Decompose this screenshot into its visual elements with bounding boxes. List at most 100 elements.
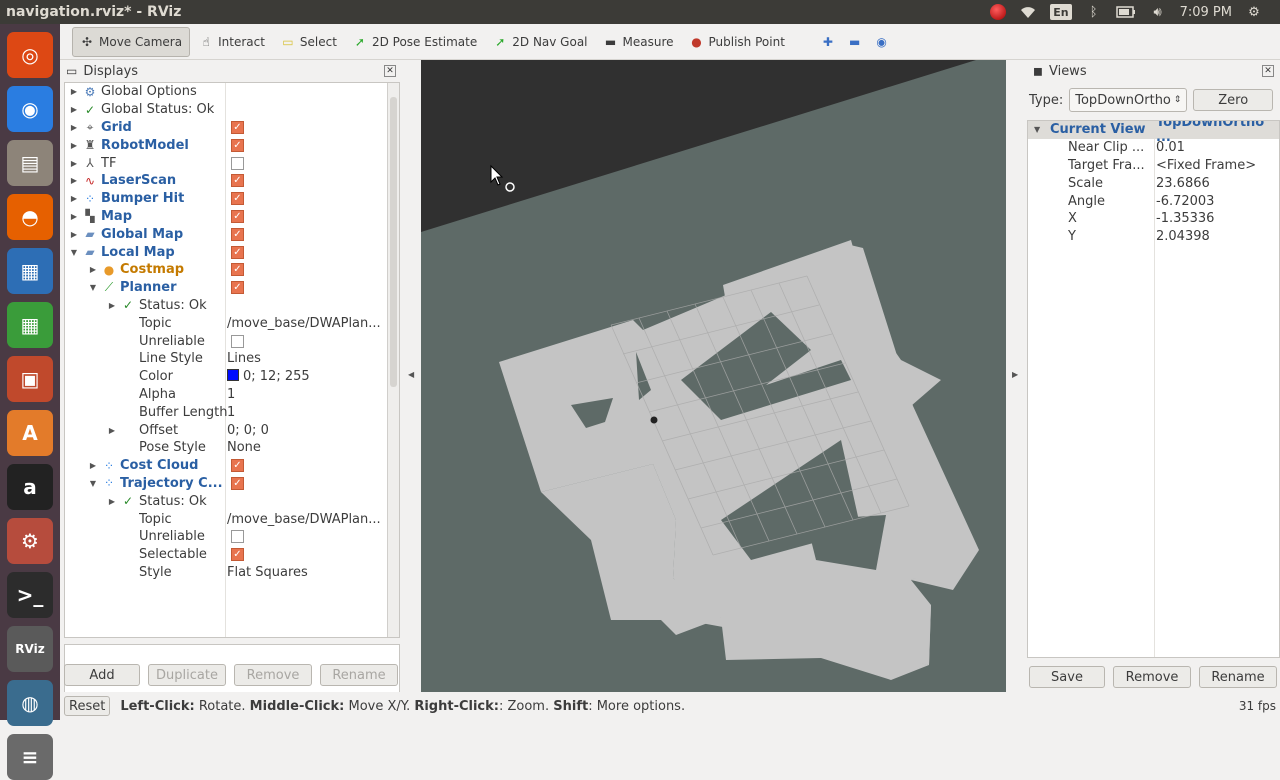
reset-button[interactable]: Reset	[64, 696, 111, 716]
collapse-left-arrow-icon[interactable]: ◀	[408, 370, 414, 379]
display-row[interactable]: ▼ ⁘ Trajectory C... ✓	[65, 475, 399, 493]
display-row[interactable]: ▶ ● Costmap ✓	[65, 261, 399, 279]
display-row[interactable]: Selectable ✓	[65, 546, 399, 564]
property-value[interactable]: /move_base/DWAPlan...	[227, 316, 381, 331]
enabled-checkbox[interactable]: ✓	[231, 263, 244, 277]
view-property-row[interactable]: Y 2.04398	[1028, 228, 1279, 246]
display-row[interactable]: ▶ ▚ Map ✓	[65, 208, 399, 226]
publish-point-tool[interactable]: ● Publish Point	[683, 27, 792, 57]
terminal-icon[interactable]: >_	[7, 572, 53, 618]
display-row[interactable]: Topic/move_base/DWAPlan...	[65, 314, 399, 332]
select-tool[interactable]: ▭ Select	[274, 27, 344, 57]
enabled-checkbox[interactable]: ✓	[231, 476, 244, 490]
view-property-row[interactable]: Angle -6.72003	[1028, 192, 1279, 210]
display-row[interactable]: ▶ ⚙ Global Options	[65, 83, 399, 101]
view-property-row[interactable]: Target Fra... <Fixed Frame>	[1028, 157, 1279, 175]
property-value[interactable]: Flat Squares	[227, 565, 308, 580]
expand-arrow-icon[interactable]: ▶	[69, 176, 79, 185]
display-row[interactable]: ▶ ⁘ Bumper Hit ✓	[65, 190, 399, 208]
close-icon[interactable]: ✕	[1262, 65, 1274, 77]
expand-arrow-icon[interactable]: ▶	[88, 265, 98, 274]
expand-arrow-icon[interactable]: ▶	[107, 426, 117, 435]
enabled-checkbox[interactable]	[231, 156, 244, 170]
display-row[interactable]: ▶ ✓ Status: Ok	[65, 297, 399, 315]
views-tree[interactable]: ▼ Current View TopDownOrtho ... Near Cli…	[1027, 120, 1280, 658]
keyboard-language-indicator[interactable]: En	[1050, 4, 1072, 20]
display-row[interactable]: ▶ ⅄ TF	[65, 154, 399, 172]
enabled-checkbox[interactable]: ✓	[231, 120, 244, 134]
rename-display-button[interactable]: Rename	[320, 664, 398, 686]
enabled-checkbox[interactable]: ✓	[231, 459, 244, 473]
zero-view-button[interactable]: Zero	[1193, 89, 1274, 111]
rename-view-button[interactable]: Rename	[1199, 666, 1277, 688]
view-property-value[interactable]: -1.35336	[1156, 211, 1214, 226]
tool-properties-icon[interactable]: ◉	[869, 27, 893, 57]
display-row[interactable]: ▶ ♜ RobotModel ✓	[65, 136, 399, 154]
view-property-value[interactable]: 23.6866	[1156, 176, 1210, 191]
expand-arrow-icon[interactable]: ▶	[69, 194, 79, 203]
bluetooth-icon[interactable]: ᛒ	[1086, 4, 1102, 20]
remove-display-button[interactable]: Remove	[234, 664, 312, 686]
enabled-checkbox[interactable]: ✓	[231, 138, 244, 152]
view-property-row[interactable]: X -1.35336	[1028, 210, 1279, 228]
display-row[interactable]: ▶ ⁘ Cost Cloud ✓	[65, 457, 399, 475]
collapse-arrow-icon[interactable]: ▼	[69, 248, 79, 257]
impress-icon[interactable]: ▣	[7, 356, 53, 402]
displays-scrollbar[interactable]	[387, 83, 399, 637]
property-value[interactable]: 1	[227, 387, 235, 402]
property-value[interactable]: 0; 12; 255	[227, 369, 310, 384]
battery-icon[interactable]	[1115, 4, 1136, 20]
display-row[interactable]: ▶ ✓ Status: Ok	[65, 492, 399, 510]
enabled-checkbox[interactable]: ✓	[231, 192, 244, 206]
display-row[interactable]: ▶ ⌖ Grid ✓	[65, 119, 399, 137]
display-row[interactable]: Buffer Length 1	[65, 403, 399, 421]
view-property-value[interactable]: -6.72003	[1156, 194, 1214, 209]
display-row[interactable]: ▼ ⟋ Planner ✓	[65, 279, 399, 297]
enabled-checkbox[interactable]	[231, 530, 244, 544]
property-value[interactable]: Lines	[227, 351, 261, 366]
disk-icon[interactable]: ≡	[7, 734, 53, 780]
volume-icon[interactable]: 🔊︎	[1150, 4, 1166, 20]
duplicate-display-button[interactable]: Duplicate	[148, 664, 226, 686]
current-view-row[interactable]: ▼ Current View TopDownOrtho ...	[1028, 121, 1279, 145]
collapse-arrow-icon[interactable]: ▼	[88, 479, 98, 488]
firefox-icon[interactable]: ◓	[7, 194, 53, 240]
view-property-value[interactable]: 0.01	[1156, 140, 1185, 155]
scrollbar-thumb[interactable]	[390, 97, 397, 387]
calc-icon[interactable]: ▦	[7, 302, 53, 348]
expand-arrow-icon[interactable]: ▶	[88, 461, 98, 470]
property-value[interactable]: 1	[227, 405, 235, 420]
record-indicator-icon[interactable]	[990, 4, 1007, 20]
remove-view-button[interactable]: Remove	[1113, 666, 1191, 688]
view-type-select[interactable]: TopDownOrtho ⇕	[1069, 88, 1188, 112]
enabled-checkbox[interactable]: ✓	[231, 209, 244, 223]
display-row[interactable]: Line Style Lines	[65, 350, 399, 368]
displays-tree[interactable]: ▶ ⚙ Global Options ▶ ✓ Global Status: Ok ▶ ⌖ Gri…	[64, 82, 400, 638]
enabled-checkbox[interactable]: ✓	[231, 227, 244, 241]
remove-tool-icon[interactable]: ▬	[842, 27, 867, 57]
display-row[interactable]: ▼ ▰ Local Map ✓	[65, 243, 399, 261]
expand-arrow-icon[interactable]: ▶	[69, 141, 79, 150]
expand-arrow-icon[interactable]: ▶	[69, 159, 79, 168]
writer-icon[interactable]: ▦	[7, 248, 53, 294]
software-center-icon[interactable]: A	[7, 410, 53, 456]
display-row[interactable]: Topic/move_base/DWAPlan...	[65, 510, 399, 528]
enabled-checkbox[interactable]: ✓	[231, 174, 244, 188]
display-row[interactable]: Alpha 1	[65, 386, 399, 404]
display-row[interactable]: Color 0; 12; 255	[65, 368, 399, 386]
display-row[interactable]: Style Flat Squares	[65, 564, 399, 582]
expand-arrow-icon[interactable]: ▶	[107, 301, 117, 310]
nav-goal-tool[interactable]: ➚ 2D Nav Goal	[486, 27, 594, 57]
rviz-icon[interactable]: RViz	[7, 626, 53, 672]
display-row[interactable]: Unreliable	[65, 332, 399, 350]
close-icon[interactable]: ✕	[384, 65, 396, 77]
move-camera-tool[interactable]: ✣ Move Camera	[72, 26, 191, 57]
expand-arrow-icon[interactable]: ▶	[69, 123, 79, 132]
collapse-right-arrow-icon[interactable]: ▶	[1012, 370, 1018, 379]
display-row[interactable]: Unreliable	[65, 528, 399, 546]
add-display-button[interactable]: Add	[64, 664, 140, 686]
enabled-checkbox[interactable]	[231, 334, 244, 348]
color-swatch[interactable]	[227, 369, 239, 382]
map-render[interactable]	[421, 60, 1006, 692]
wifi-icon[interactable]	[1020, 4, 1036, 20]
